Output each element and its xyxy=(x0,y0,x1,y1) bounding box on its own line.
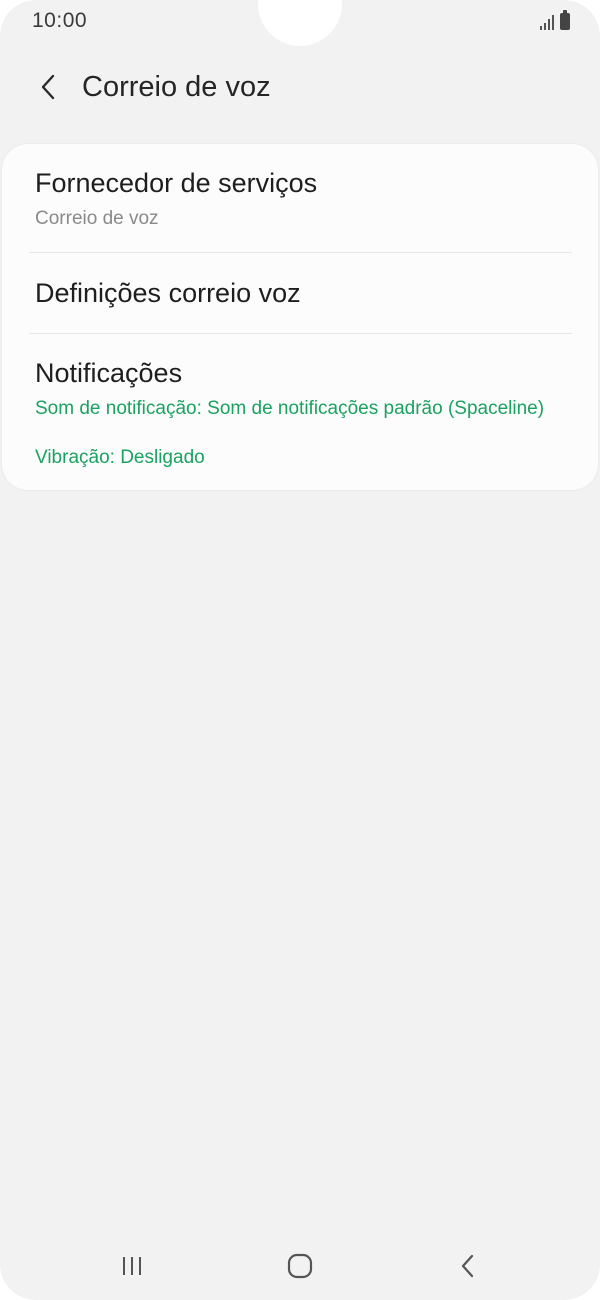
back-button[interactable] xyxy=(28,67,68,107)
page-title: Correio de voz xyxy=(82,70,271,103)
signal-icon xyxy=(540,14,554,30)
status-bar: 10:00 xyxy=(0,0,600,46)
home-button[interactable] xyxy=(260,1236,340,1296)
vibration-value: Vibração: Desligado xyxy=(35,447,205,468)
service-provider-title: Fornecedor de serviços xyxy=(35,168,318,198)
recent-apps-icon xyxy=(123,1257,141,1275)
notifications-item[interactable]: Notificações Som de notificação: Som de … xyxy=(2,334,598,490)
settings-card: Fornecedor de serviços Correio de voz De… xyxy=(2,144,598,490)
back-icon xyxy=(461,1254,474,1278)
service-provider-item[interactable]: Fornecedor de serviços Correio de voz xyxy=(2,144,598,252)
app-header: Correio de voz xyxy=(0,62,600,112)
notification-sound-value: Som de notificação: Som de notificações … xyxy=(35,398,545,419)
home-icon xyxy=(287,1253,313,1279)
notifications-title: Notificações xyxy=(35,358,183,388)
navigation-bar xyxy=(0,1236,600,1296)
voicemail-settings-item[interactable]: Definições correio voz xyxy=(2,253,598,333)
battery-icon xyxy=(560,10,570,30)
status-time: 10:00 xyxy=(32,9,88,32)
camera-notch xyxy=(258,0,342,46)
voicemail-settings-title: Definições correio voz xyxy=(35,278,301,308)
chevron-left-icon xyxy=(41,74,55,100)
back-nav-button[interactable] xyxy=(428,1236,508,1296)
service-provider-value: Correio de voz xyxy=(35,208,159,229)
phone-screen: 10:00 Correio de voz Fornecedor de servi… xyxy=(0,0,600,1300)
status-icons xyxy=(540,10,570,30)
recent-apps-button[interactable] xyxy=(92,1236,172,1296)
